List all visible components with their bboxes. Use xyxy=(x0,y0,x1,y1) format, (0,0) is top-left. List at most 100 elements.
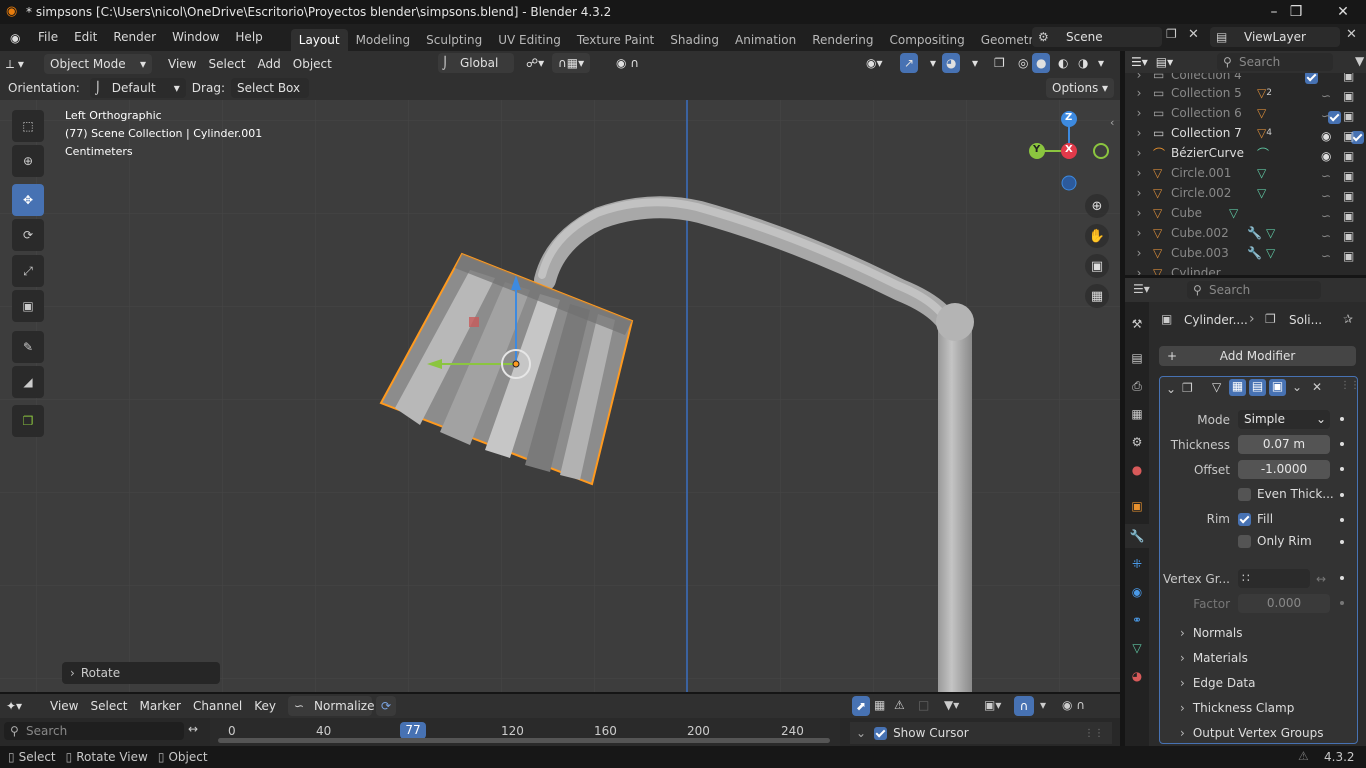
keyframe-dot[interactable] xyxy=(1340,576,1344,580)
output-vertex-groups-subpanel[interactable]: › Output Vertex Groups xyxy=(1180,726,1323,740)
menu-render[interactable]: Render xyxy=(105,24,164,51)
timeline-scrollbar[interactable] xyxy=(218,738,830,743)
camera-view-button[interactable]: ▣ xyxy=(1085,254,1109,278)
maximize-button[interactable]: ❒ xyxy=(1273,0,1319,24)
menu-file[interactable]: File xyxy=(30,24,66,51)
view-layer-tab-icon[interactable]: ▦ xyxy=(1129,406,1145,422)
collapse-chevron-icon[interactable]: ⌄ xyxy=(1166,382,1176,396)
modifier-menu-icon[interactable]: ⌄ xyxy=(1292,380,1302,394)
keyframe-dot[interactable] xyxy=(1340,493,1344,497)
only-selected-icon[interactable]: ⬈ xyxy=(852,696,870,716)
render-icon[interactable]: ▣ xyxy=(1343,169,1354,183)
properties-search-input[interactable]: ⚲ Search xyxy=(1187,281,1321,299)
properties-editor-icon[interactable]: ☰▾ xyxy=(1133,282,1150,296)
pivot-icon[interactable]: ☍▾ xyxy=(520,51,550,75)
timeline-editor-icon[interactable]: ✦▾ xyxy=(0,694,44,718)
scene-selector[interactable]: ⚙ Scene xyxy=(1032,27,1162,47)
menu-add[interactable]: Add xyxy=(252,52,287,76)
timeline-menu-select[interactable]: Select xyxy=(84,694,133,718)
thickness-clamp-subpanel[interactable]: › Thickness Clamp xyxy=(1180,701,1294,715)
scale-tool[interactable]: ⤢ xyxy=(12,255,44,287)
filter-funnel-icon[interactable]: ▼▾ xyxy=(944,698,959,712)
invert-arrows-icon[interactable]: ↔ xyxy=(1316,572,1326,586)
tab-shading[interactable]: Shading xyxy=(662,29,727,51)
render-tab-icon[interactable]: ▤ xyxy=(1129,350,1145,366)
menu-select[interactable]: Select xyxy=(202,52,251,76)
tab-layout[interactable]: Layout xyxy=(290,29,348,51)
drag-selector[interactable]: Select Box ▾ xyxy=(230,78,309,115)
annotate-tool[interactable]: ✎ xyxy=(12,331,44,363)
tab-texture-paint[interactable]: Texture Paint xyxy=(569,29,662,51)
render-icon[interactable]: ▣ xyxy=(1343,229,1354,243)
output-tab-icon[interactable]: ⎙ xyxy=(1129,378,1145,394)
keyframe-dot[interactable] xyxy=(1340,540,1344,544)
mode-dropdown[interactable]: Simple ⌄ xyxy=(1238,410,1330,429)
display-mode-icon[interactable]: ▤▾ xyxy=(1152,50,1177,74)
timeline-search-input[interactable]: ⚲ Search xyxy=(4,722,184,740)
remove-modifier-icon[interactable]: ✕ xyxy=(1312,380,1322,394)
hidden-eye-icon[interactable]: ∽ xyxy=(1321,229,1331,243)
rotate-tool[interactable]: ⟳ xyxy=(12,219,44,251)
outliner-editor-icon[interactable]: ☰▾ xyxy=(1125,50,1152,74)
hidden-eye-icon[interactable]: ∽ xyxy=(1321,109,1331,123)
show-hidden-icon[interactable]: ▦ xyxy=(874,698,885,712)
viewlayer-selector[interactable]: ▤ ViewLayer xyxy=(1210,27,1340,47)
physics-tab-icon[interactable]: ◉ xyxy=(1129,584,1145,600)
select-box-tool[interactable]: ⬚ xyxy=(12,110,44,142)
materials-subpanel[interactable]: › Materials xyxy=(1180,651,1248,665)
xray-toggle-icon[interactable]: ❐ xyxy=(988,51,1011,75)
last-operator-panel[interactable]: › Rotate xyxy=(62,662,220,684)
delete-scene-icon[interactable]: ✕ xyxy=(1188,27,1199,42)
edit-mode-toggle-icon[interactable]: ▽ xyxy=(1210,380,1223,394)
only-rim-row[interactable]: Only Rim xyxy=(1238,534,1312,548)
render-toggle-icon[interactable]: ▣ xyxy=(1269,379,1286,396)
pan-button[interactable]: ✋ xyxy=(1085,224,1109,248)
modifier-tab-icon[interactable]: 🔧 xyxy=(1125,524,1149,548)
only-errors-icon[interactable]: ⚠ xyxy=(894,698,905,712)
hidden-eye-icon[interactable]: ∽ xyxy=(1321,89,1331,103)
render-icon[interactable]: ▣ xyxy=(1343,129,1354,143)
chevron-down-icon[interactable]: ⌄ xyxy=(856,726,866,740)
editor-type-icon[interactable]: ⟂ ▾ xyxy=(0,52,44,76)
tool-tab-icon[interactable]: ⚒ xyxy=(1129,316,1145,332)
drag-handle-icon[interactable]: ⋮⋮ xyxy=(1084,728,1104,739)
render-icon[interactable]: ▣ xyxy=(1343,149,1354,163)
keyframe-dot[interactable] xyxy=(1340,467,1344,471)
viewport-toggle-icon[interactable]: ▤ xyxy=(1249,379,1266,396)
cage-toggle-icon[interactable]: ▦ xyxy=(1229,379,1246,396)
sidebar-toggle-icon[interactable]: ‹ xyxy=(1110,116,1114,129)
edge-data-subpanel[interactable]: › Edge Data xyxy=(1180,676,1255,690)
normals-subpanel[interactable]: › Normals xyxy=(1180,626,1242,640)
render-icon[interactable]: ▣ xyxy=(1343,249,1354,263)
factor-field[interactable]: 0.000 xyxy=(1238,594,1330,613)
tab-uv-editing[interactable]: UV Editing xyxy=(490,29,569,51)
new-scene-icon[interactable]: ❐ xyxy=(1166,27,1177,41)
snap-icon[interactable]: ∩▦▾ xyxy=(552,53,591,73)
material-tab-icon[interactable]: ◕ xyxy=(1129,668,1145,684)
gizmo-toggle-icon[interactable]: ↗ xyxy=(900,53,919,73)
timeline-menu-channel[interactable]: Channel xyxy=(187,694,248,718)
thickness-field[interactable]: 0.07 m xyxy=(1238,435,1330,454)
mode-selector[interactable]: Object Mode ▾ xyxy=(44,53,152,74)
overlays-dropdown-icon[interactable]: ▾ xyxy=(966,51,984,75)
timeline-menu-key[interactable]: Key xyxy=(248,694,282,718)
swap-arrows-icon[interactable]: ↔ xyxy=(188,722,198,736)
hidden-eye-icon[interactable]: ∽ xyxy=(1321,169,1331,183)
zoom-button[interactable]: ⊕ xyxy=(1085,194,1109,218)
drag-handle-icon[interactable]: ⋮⋮ xyxy=(1340,380,1360,391)
render-icon[interactable]: ▣ xyxy=(1343,189,1354,203)
timeline-menu-view[interactable]: View xyxy=(44,694,84,718)
3d-viewport[interactable]: Left Orthographic (77) Scene Collection … xyxy=(0,100,1120,692)
show-cursor-checkbox[interactable] xyxy=(874,726,888,740)
ortho-toggle-button[interactable]: ▦ xyxy=(1085,284,1109,308)
filter-box-icon[interactable]: □ xyxy=(918,698,929,712)
transform-tool[interactable]: ▣ xyxy=(12,290,44,322)
overlays-toggle-icon[interactable]: ◕ xyxy=(942,53,961,73)
measure-tool[interactable]: ◢ xyxy=(12,366,44,398)
filter-icon[interactable]: ▼ xyxy=(1355,54,1364,68)
cursor-tool[interactable]: ⊕ xyxy=(12,145,44,177)
timeline-ruler[interactable]: 0 40 120 160 200 240 77 xyxy=(210,718,840,746)
current-frame-indicator[interactable]: 77 xyxy=(400,722,426,739)
data-tab-icon[interactable]: ▽ xyxy=(1129,640,1145,656)
timeline-menu-marker[interactable]: Marker xyxy=(134,694,187,718)
